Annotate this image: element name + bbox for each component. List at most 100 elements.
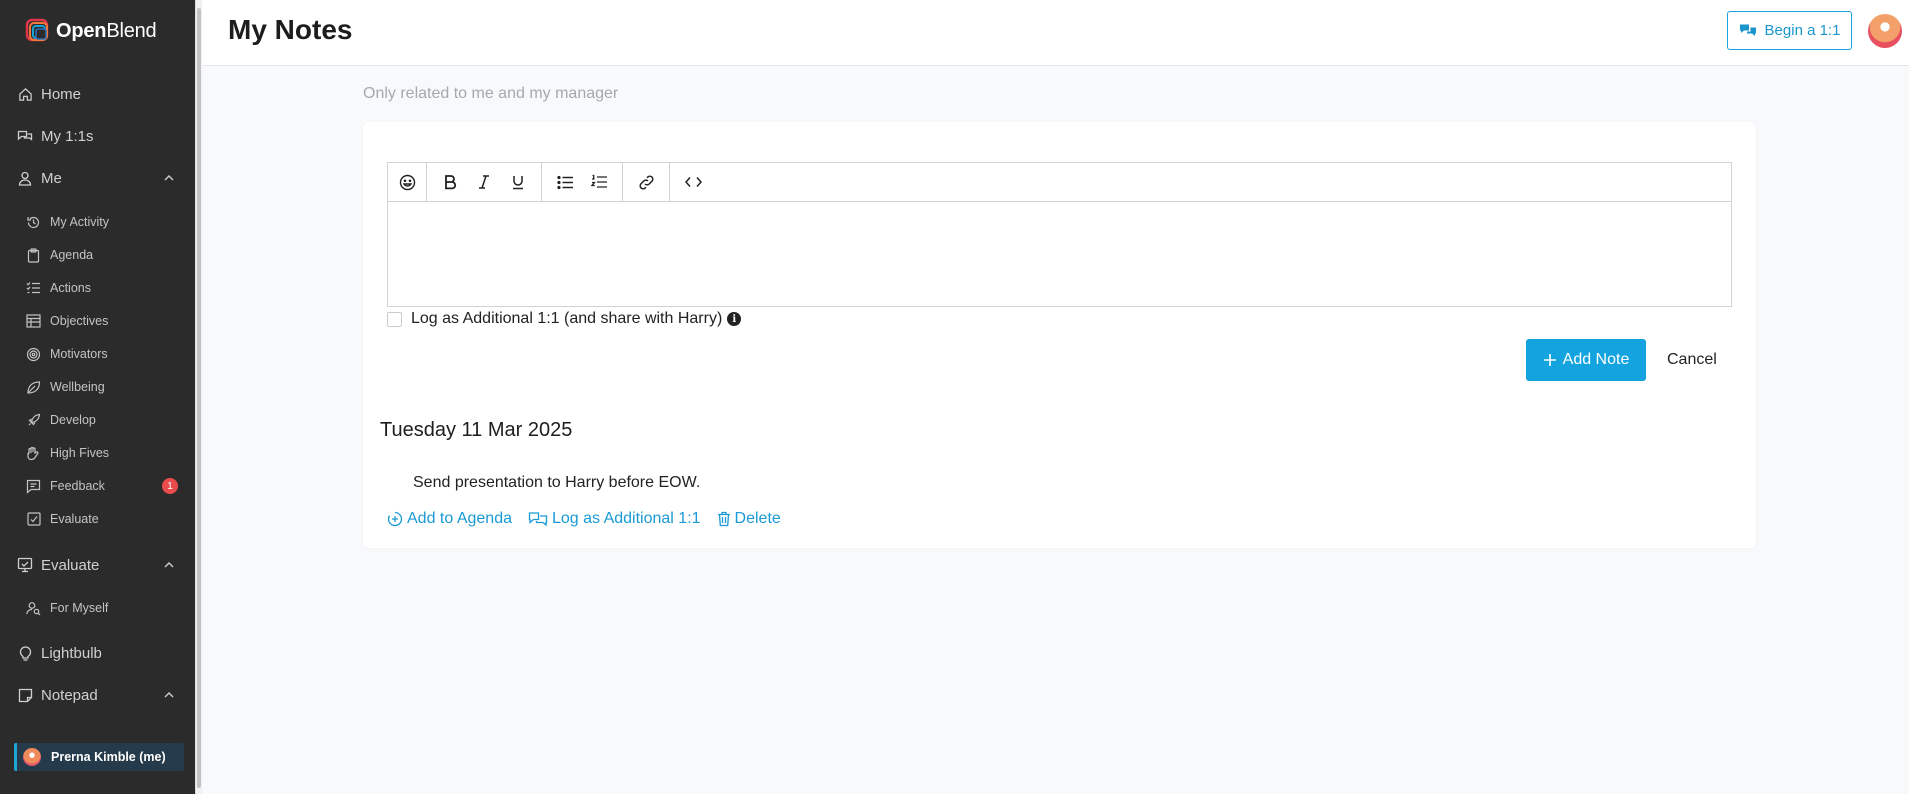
bold-icon[interactable]: [433, 163, 467, 201]
sidebar-item-label: Evaluate: [41, 556, 100, 574]
page-title: My Notes: [228, 14, 353, 45]
begin-1on1-label: Begin a 1:1: [1764, 22, 1841, 39]
history-icon: [26, 215, 41, 230]
code-icon[interactable]: [676, 163, 710, 201]
current-user-chip[interactable]: Prerna Kimble (me): [14, 743, 184, 771]
add-to-agenda-label: Add to Agenda: [407, 510, 512, 527]
logo-text: OpenBlend: [56, 19, 157, 42]
note-actions: Add to Agenda Log as Additional 1:1 Dele…: [387, 510, 781, 528]
avatar: [23, 748, 41, 766]
emoji-icon[interactable]: [390, 163, 424, 201]
underline-icon[interactable]: [501, 163, 535, 201]
sidebar-item-label: My 1:1s: [41, 127, 94, 145]
feedback-count-badge: 1: [162, 478, 178, 494]
sidebar-item-label: Evaluate: [50, 512, 99, 526]
openblend-logo-icon: [25, 18, 49, 42]
cancel-button[interactable]: Cancel: [1667, 339, 1717, 381]
chat-bubbles-icon: [1739, 24, 1756, 36]
notes-card: Log as Additional 1:1 (and share with Ha…: [363, 122, 1756, 548]
sidebar-item-wellbeing[interactable]: Wellbeing: [0, 374, 195, 400]
chat-bubbles-icon: [528, 512, 548, 527]
sidebar-item-label: High Fives: [50, 446, 110, 460]
user-search-icon: [26, 601, 41, 616]
add-note-button[interactable]: Add Note: [1526, 339, 1646, 381]
sidebar-item-agenda[interactable]: Agenda: [0, 242, 195, 268]
log-additional-label: Log as Additional 1:1: [551, 510, 701, 527]
clipboard-icon: [26, 247, 41, 263]
note-editor: [387, 162, 1732, 307]
sidebar-item-lightbulb[interactable]: Lightbulb: [0, 638, 195, 668]
page-subtitle: Only related to me and my manager: [363, 85, 619, 102]
sidebar-item-me[interactable]: Me: [0, 163, 195, 193]
sidebar-item-home[interactable]: Home: [0, 79, 195, 109]
bullet-list-icon[interactable]: [548, 163, 582, 201]
sidebar-item-label: Lightbulb: [41, 644, 102, 662]
sidebar-item-for-myself[interactable]: For Myself: [0, 595, 195, 621]
note-date-heading: Tuesday 11 Mar 2025: [380, 419, 573, 441]
note-text-area[interactable]: [388, 202, 1731, 306]
note-text: Send presentation to Harry before EOW.: [413, 474, 701, 491]
plus-icon: [1543, 354, 1556, 366]
sidebar-item-evaluate-me[interactable]: Evaluate: [0, 506, 195, 532]
chevron-up-icon[interactable]: [163, 689, 175, 701]
sidebar-item-develop[interactable]: Develop: [0, 407, 195, 433]
begin-1on1-button[interactable]: Begin a 1:1: [1727, 11, 1852, 50]
sidebar-item-label: Actions: [50, 281, 91, 295]
home-icon: [17, 86, 33, 102]
sidebar-item-objectives[interactable]: Objectives: [0, 308, 195, 334]
sidebar-item-label: Motivators: [50, 347, 108, 361]
log-additional-link[interactable]: Log as Additional 1:1: [528, 510, 701, 528]
sidebar-item-label: Wellbeing: [50, 380, 105, 394]
target-icon: [26, 347, 41, 362]
link-icon[interactable]: [629, 163, 663, 201]
share-label: Log as Additional 1:1 (and share with Ha…: [411, 310, 723, 327]
sidebar-item-feedback[interactable]: Feedback 1: [0, 473, 195, 499]
sidebar-item-label: Feedback: [50, 479, 105, 493]
delete-link[interactable]: Delete: [717, 510, 781, 528]
numbered-list-icon[interactable]: [582, 163, 616, 201]
add-note-label: Add Note: [1562, 351, 1630, 368]
sidebar-item-label: Agenda: [50, 248, 94, 262]
info-icon[interactable]: i: [727, 312, 742, 326]
sidebar-item-high-fives[interactable]: High Fives: [0, 440, 195, 466]
trash-icon: [717, 511, 730, 527]
evaluate-board-icon: [17, 557, 33, 573]
current-user-name: Prerna Kimble (me): [51, 750, 166, 764]
chevron-up-icon[interactable]: [163, 172, 175, 184]
chat-bubbles-icon: [17, 128, 33, 144]
sidebar-scrollbar[interactable]: [195, 0, 202, 794]
lightbulb-icon: [17, 645, 33, 661]
evaluate-icon: [26, 512, 41, 527]
page-header: My Notes Begin a 1:1: [202, 0, 1909, 66]
high-five-icon: [26, 446, 41, 461]
sidebar-item-my-1on1s[interactable]: My 1:1s: [0, 121, 195, 151]
sidebar: OpenBlend Home My 1:1s Me My Activity Ag…: [0, 0, 195, 794]
sidebar-item-label: For Myself: [50, 601, 109, 615]
note-icon: [17, 687, 33, 703]
checklist-icon: [26, 281, 41, 296]
objectives-icon: [26, 314, 41, 329]
sidebar-item-my-activity[interactable]: My Activity: [0, 209, 195, 235]
editor-toolbar: [388, 163, 1731, 202]
feedback-icon: [26, 479, 41, 494]
add-circle-icon: [387, 511, 403, 527]
italic-icon[interactable]: [467, 163, 501, 201]
sidebar-item-label: Me: [41, 169, 62, 187]
openblend-logo[interactable]: OpenBlend: [25, 14, 157, 48]
user-icon: [17, 170, 33, 186]
user-avatar[interactable]: [1868, 14, 1902, 48]
leaf-icon: [26, 380, 41, 395]
sidebar-item-notepad[interactable]: Notepad: [0, 680, 195, 710]
sidebar-item-actions[interactable]: Actions: [0, 275, 195, 301]
delete-label: Delete: [734, 510, 781, 527]
sidebar-item-label: Develop: [50, 413, 96, 427]
share-option: Log as Additional 1:1 (and share with Ha…: [387, 310, 742, 328]
sidebar-item-motivators[interactable]: Motivators: [0, 341, 195, 367]
scrollbar-thumb[interactable]: [197, 8, 201, 788]
share-checkbox[interactable]: [387, 311, 402, 327]
chevron-up-icon[interactable]: [163, 559, 175, 571]
add-to-agenda-link[interactable]: Add to Agenda: [387, 510, 512, 528]
sidebar-item-evaluate[interactable]: Evaluate: [0, 550, 195, 580]
sidebar-item-label: Notepad: [41, 686, 98, 704]
sidebar-item-label: Home: [41, 85, 82, 103]
